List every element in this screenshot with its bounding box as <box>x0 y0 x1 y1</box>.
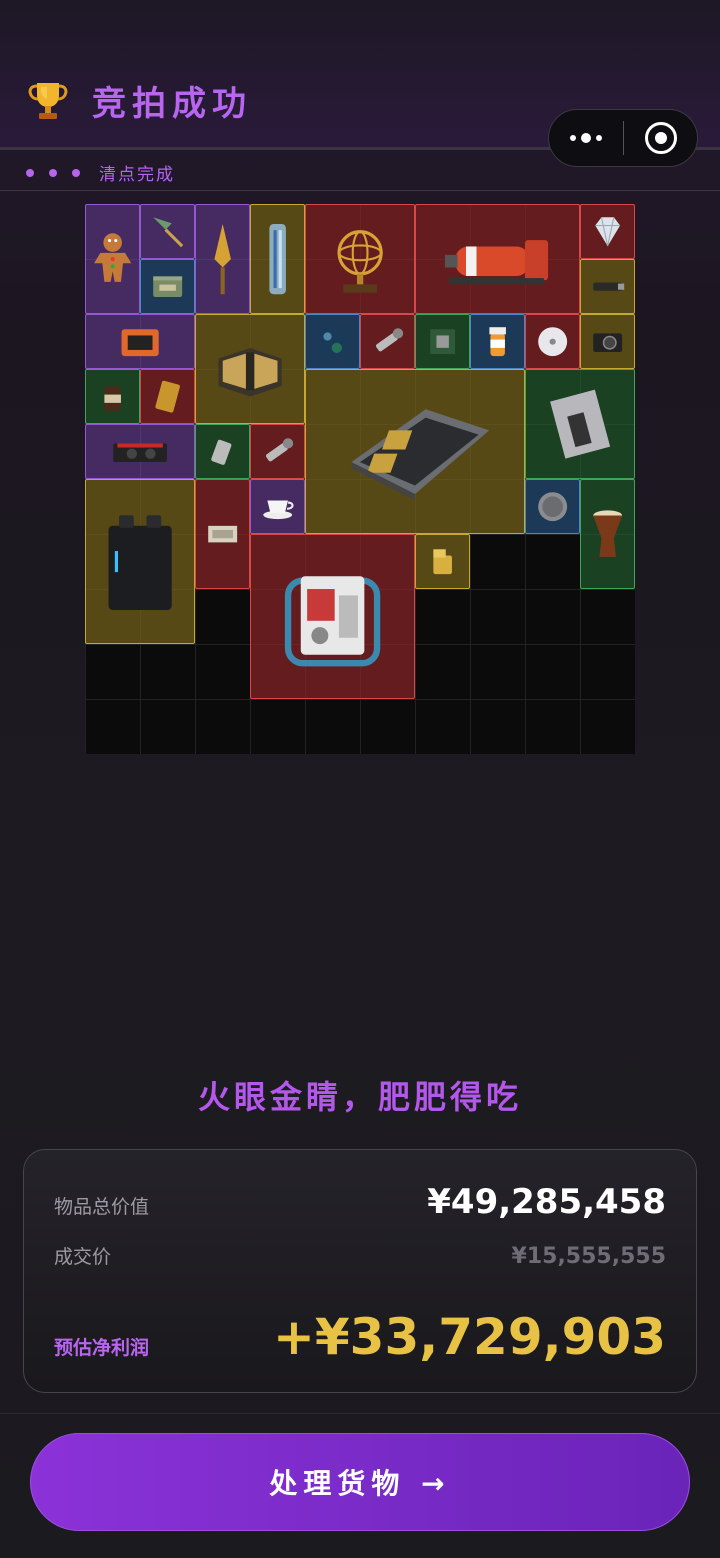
item-djembe-drum[interactable] <box>580 479 635 589</box>
more-dots-icon <box>570 135 576 141</box>
usb-icon <box>593 282 625 291</box>
item-orange-box[interactable] <box>85 314 195 369</box>
teacup-icon <box>263 500 294 519</box>
item-glass-orb[interactable] <box>305 314 360 369</box>
flashlight-icon <box>375 328 403 352</box>
magazine-icon <box>549 389 610 459</box>
item-coffee-jar[interactable] <box>85 369 140 424</box>
profit-row: 预估净利润 +¥33,729,903 <box>54 1308 666 1366</box>
lighter-icon <box>211 439 232 465</box>
item-flashlight[interactable] <box>360 314 415 369</box>
orb-icon <box>318 327 347 356</box>
drum-icon <box>593 510 622 557</box>
deal-price-row: 成交价 ¥15,555,555 <box>54 1242 666 1269</box>
armillary-icon <box>337 230 383 293</box>
camera-icon <box>593 333 622 352</box>
process-goods-button[interactable]: 处理货物 → <box>30 1433 690 1531</box>
diamond-icon <box>595 216 620 247</box>
disc-icon <box>538 327 567 356</box>
item-usb-stick[interactable] <box>580 259 635 314</box>
more-dots-icon-end <box>596 135 602 141</box>
gpu-icon <box>113 443 167 462</box>
jar-icon <box>104 386 121 411</box>
page-title: 竞拍成功 <box>92 84 252 124</box>
item-gingerbread-man[interactable] <box>85 204 140 314</box>
chip-icon <box>430 329 455 354</box>
zippo-icon <box>433 549 452 574</box>
item-graphics-card[interactable] <box>85 424 195 479</box>
slogan-text: 火眼金睛，肥肥得吃 <box>197 1078 522 1116</box>
item-camera[interactable] <box>580 314 635 369</box>
item-ammo-crate[interactable] <box>195 314 305 424</box>
flashlight-icon <box>265 438 293 462</box>
item-server-motherboard[interactable] <box>305 369 525 534</box>
motherboard-icon <box>351 409 490 501</box>
item-ammo-tin[interactable] <box>140 259 195 314</box>
total-value-label: 物品总价值 <box>54 1196 150 1218</box>
mini-program-capsule <box>548 109 698 167</box>
gingerbread-icon <box>93 233 132 282</box>
item-arrow-tip[interactable] <box>140 204 195 259</box>
pill-bottle-icon <box>489 327 506 356</box>
item-banknote[interactable] <box>195 479 250 589</box>
deal-price: ¥15,555,555 <box>511 1244 666 1269</box>
item-golden-spearhead[interactable] <box>195 204 250 314</box>
deal-price-label: 成交价 <box>54 1246 112 1268</box>
summary-card: 物品总价值 ¥49,285,458 成交价 ¥15,555,555 预估净利润 … <box>23 1149 697 1393</box>
coin-icon <box>538 492 567 521</box>
more-dots-icon-center <box>581 133 591 143</box>
status-text: 清点完成 <box>99 165 175 185</box>
title-row: 竞拍成功 <box>26 76 252 125</box>
item-glass-capsule[interactable] <box>250 204 305 314</box>
item-power-station[interactable] <box>85 479 195 644</box>
item-armillary-sphere[interactable] <box>305 204 415 314</box>
crate-icon <box>218 347 282 397</box>
item-coin[interactable] <box>525 479 580 534</box>
item-teacup[interactable] <box>250 479 305 534</box>
trophy-icon <box>28 82 68 119</box>
engine-icon <box>284 576 381 667</box>
gas-cylinder-icon <box>444 240 549 285</box>
status-row: 清点完成 <box>26 160 175 185</box>
profit-label: 预估净利润 <box>54 1337 150 1359</box>
item-zippo-lighter[interactable] <box>415 534 470 589</box>
item-cd-disc[interactable] <box>525 314 580 369</box>
arrowhead-icon <box>153 217 184 248</box>
power-station-icon <box>108 515 172 610</box>
item-engine-unit[interactable] <box>250 534 415 699</box>
item-diamond[interactable] <box>580 204 635 259</box>
item-pill-bottle[interactable] <box>470 314 525 369</box>
target-icon <box>644 122 677 154</box>
total-value-row: 物品总价值 ¥49,285,458 <box>54 1182 666 1222</box>
item-magazine[interactable] <box>525 369 635 479</box>
status-dot <box>26 168 34 177</box>
bottom-divider <box>0 1413 720 1414</box>
profit-value: +¥33,729,903 <box>273 1308 666 1366</box>
inventory-grid <box>85 204 635 754</box>
status-dot <box>49 168 57 177</box>
item-flashlight-2[interactable] <box>250 424 305 479</box>
process-goods-label: 处理货物 → <box>269 1467 451 1500</box>
device-box-icon <box>121 329 159 356</box>
capsule-icon <box>269 223 286 295</box>
banknote-icon <box>208 525 237 543</box>
total-value: ¥49,285,458 <box>427 1182 666 1222</box>
item-lighter[interactable] <box>195 424 250 479</box>
status-dot <box>72 168 80 177</box>
spearhead-icon <box>214 223 231 295</box>
card-icon <box>155 380 180 413</box>
close-button[interactable] <box>624 110 697 166</box>
item-fire-extinguisher-bottle[interactable] <box>415 204 580 314</box>
more-button[interactable] <box>549 110 623 166</box>
item-chip-board[interactable] <box>415 314 470 369</box>
item-tarot-card[interactable] <box>140 369 195 424</box>
header-divider <box>0 190 720 191</box>
tin-can-icon <box>153 276 182 297</box>
